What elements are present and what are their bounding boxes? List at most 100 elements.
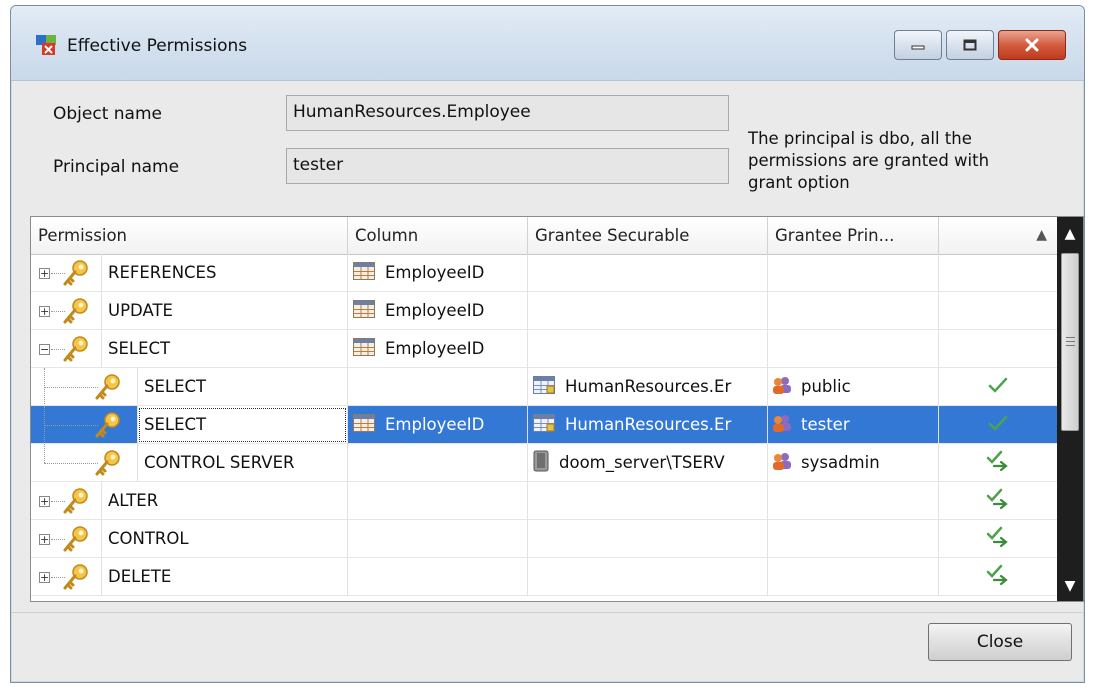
grant-status-cell[interactable] (939, 292, 1057, 330)
tree-cell: + (31, 254, 101, 292)
grantee-principal-cell[interactable] (768, 482, 939, 520)
table-row[interactable]: + UPDATE EmployeeID (31, 292, 1057, 330)
permission-cell[interactable]: ALTER (101, 482, 348, 520)
column-cell[interactable]: EmployeeID (348, 254, 528, 292)
principal-label: sysadmin (801, 453, 880, 472)
tree-cell: + (31, 520, 101, 558)
principal-info-text: The principal is dbo, all the permission… (748, 129, 990, 192)
grantee-securable-cell[interactable]: doom_server\TSERV (528, 444, 768, 482)
collapse-icon[interactable]: − (39, 344, 50, 355)
app-icon (36, 35, 56, 55)
column-label: EmployeeID (385, 339, 485, 358)
title-bar[interactable]: Effective Permissions (11, 6, 1084, 81)
minimize-button[interactable] (894, 30, 942, 60)
principal-name-field[interactable]: tester (286, 148, 729, 184)
permission-label: SELECT (144, 377, 207, 396)
principal-icon (771, 451, 793, 475)
effective-permissions-dialog: Effective Permissions Object name HumanR… (10, 5, 1085, 683)
permission-cell[interactable]: CONTROL SERVER (137, 444, 348, 482)
permissions-grid[interactable]: Permission Column Grantee Securable Gran… (30, 216, 1084, 602)
permission-label: SELECT (108, 339, 171, 358)
grantee-securable-cell[interactable]: HumanResources.Er (528, 406, 768, 444)
scroll-down-icon[interactable]: ▼ (1057, 571, 1083, 601)
permission-cell[interactable]: DELETE (101, 558, 348, 596)
grant-status-cell[interactable] (939, 482, 1057, 520)
expand-icon[interactable]: + (39, 306, 50, 317)
grantee-securable-cell[interactable] (528, 292, 768, 330)
grant-status-cell[interactable] (939, 254, 1057, 292)
column-cell[interactable] (348, 368, 528, 406)
grantee-securable-cell[interactable] (528, 254, 768, 292)
column-cell[interactable] (348, 482, 528, 520)
table-row[interactable]: + DELETE (31, 558, 1057, 596)
permission-cell[interactable]: SELECT (137, 368, 348, 406)
header-column[interactable]: Column (348, 217, 528, 254)
permission-cell[interactable]: REFERENCES (101, 254, 348, 292)
grantee-principal-cell[interactable] (768, 330, 939, 368)
tree-cell (31, 406, 137, 444)
grantee-principal-cell[interactable]: sysadmin (768, 444, 939, 482)
expand-icon[interactable]: + (39, 496, 50, 507)
grantee-securable-cell[interactable] (528, 482, 768, 520)
expand-icon[interactable]: + (39, 534, 50, 545)
permission-key-icon (61, 297, 91, 329)
column-cell[interactable] (348, 520, 528, 558)
grant-status-cell[interactable] (939, 520, 1057, 558)
grantee-principal-cell[interactable]: tester (768, 406, 939, 444)
vertical-scrollbar[interactable]: ▲ ▼ (1057, 217, 1083, 601)
table-row[interactable]: SELECT HumanResources.Er public (31, 368, 1057, 406)
column-cell[interactable]: EmployeeID (348, 406, 528, 444)
permission-cell[interactable]: UPDATE (101, 292, 348, 330)
header-grantee-principal[interactable]: Grantee Prin... (768, 217, 939, 254)
securable-label: HumanResources.Er (565, 415, 732, 434)
column-label: EmployeeID (385, 301, 485, 320)
principal-label: tester (801, 415, 850, 434)
column-label: EmployeeID (385, 415, 485, 434)
grantee-principal-cell[interactable] (768, 558, 939, 596)
grantee-securable-cell[interactable] (528, 558, 768, 596)
permission-cell[interactable]: SELECT (137, 406, 348, 444)
column-cell[interactable] (348, 558, 528, 596)
grantee-principal-cell[interactable]: public (768, 368, 939, 406)
table-row[interactable]: + ALTER (31, 482, 1057, 520)
column-cell[interactable]: EmployeeID (348, 292, 528, 330)
object-name-field[interactable]: HumanResources.Employee (286, 95, 729, 131)
grantee-principal-cell[interactable] (768, 520, 939, 558)
header-permission[interactable]: Permission (31, 217, 348, 254)
grantee-securable-cell[interactable] (528, 330, 768, 368)
grantee-securable-cell[interactable]: HumanResources.Er (528, 368, 768, 406)
close-window-button[interactable] (998, 30, 1066, 60)
column-cell[interactable]: EmployeeID (348, 330, 528, 368)
grant-status-cell[interactable] (939, 406, 1057, 444)
tree-cell: − (31, 330, 101, 368)
scroll-up-icon[interactable]: ▲ (1057, 219, 1083, 249)
close-button[interactable]: Close (928, 623, 1072, 661)
table-column-icon (353, 261, 375, 284)
table-column-icon (353, 299, 375, 322)
grant-status-cell[interactable] (939, 368, 1057, 406)
expand-icon[interactable]: + (39, 572, 50, 583)
permission-cell[interactable]: SELECT (101, 330, 348, 368)
grant-status-cell[interactable] (939, 444, 1057, 482)
header-grant-option[interactable]: ▲ (939, 217, 1057, 254)
scrollbar-thumb[interactable] (1061, 253, 1079, 431)
permission-key-icon (61, 259, 91, 291)
permission-label: CONTROL (108, 529, 189, 548)
grantee-securable-cell[interactable] (528, 520, 768, 558)
expand-icon[interactable]: + (39, 268, 50, 279)
permission-cell[interactable]: CONTROL (101, 520, 348, 558)
table-row[interactable]: − SELECT EmployeeID (31, 330, 1057, 368)
column-cell[interactable] (348, 444, 528, 482)
table-row[interactable]: + CONTROL (31, 520, 1057, 558)
sort-ascending-icon: ▲ (1036, 227, 1047, 243)
grant-status-cell[interactable] (939, 558, 1057, 596)
permission-key-icon (61, 525, 91, 557)
table-row[interactable]: + REFERENCES EmployeeID (31, 254, 1057, 292)
grant-status-cell[interactable] (939, 330, 1057, 368)
table-row[interactable]: SELECT EmployeeID HumanResources.Er tester (31, 406, 1057, 444)
grantee-principal-cell[interactable] (768, 254, 939, 292)
grantee-principal-cell[interactable] (768, 292, 939, 330)
header-grantee-securable[interactable]: Grantee Securable (528, 217, 768, 254)
maximize-button[interactable] (946, 30, 994, 60)
table-row[interactable]: CONTROL SERVER doom_server\TSERV sysadmin (31, 444, 1057, 482)
